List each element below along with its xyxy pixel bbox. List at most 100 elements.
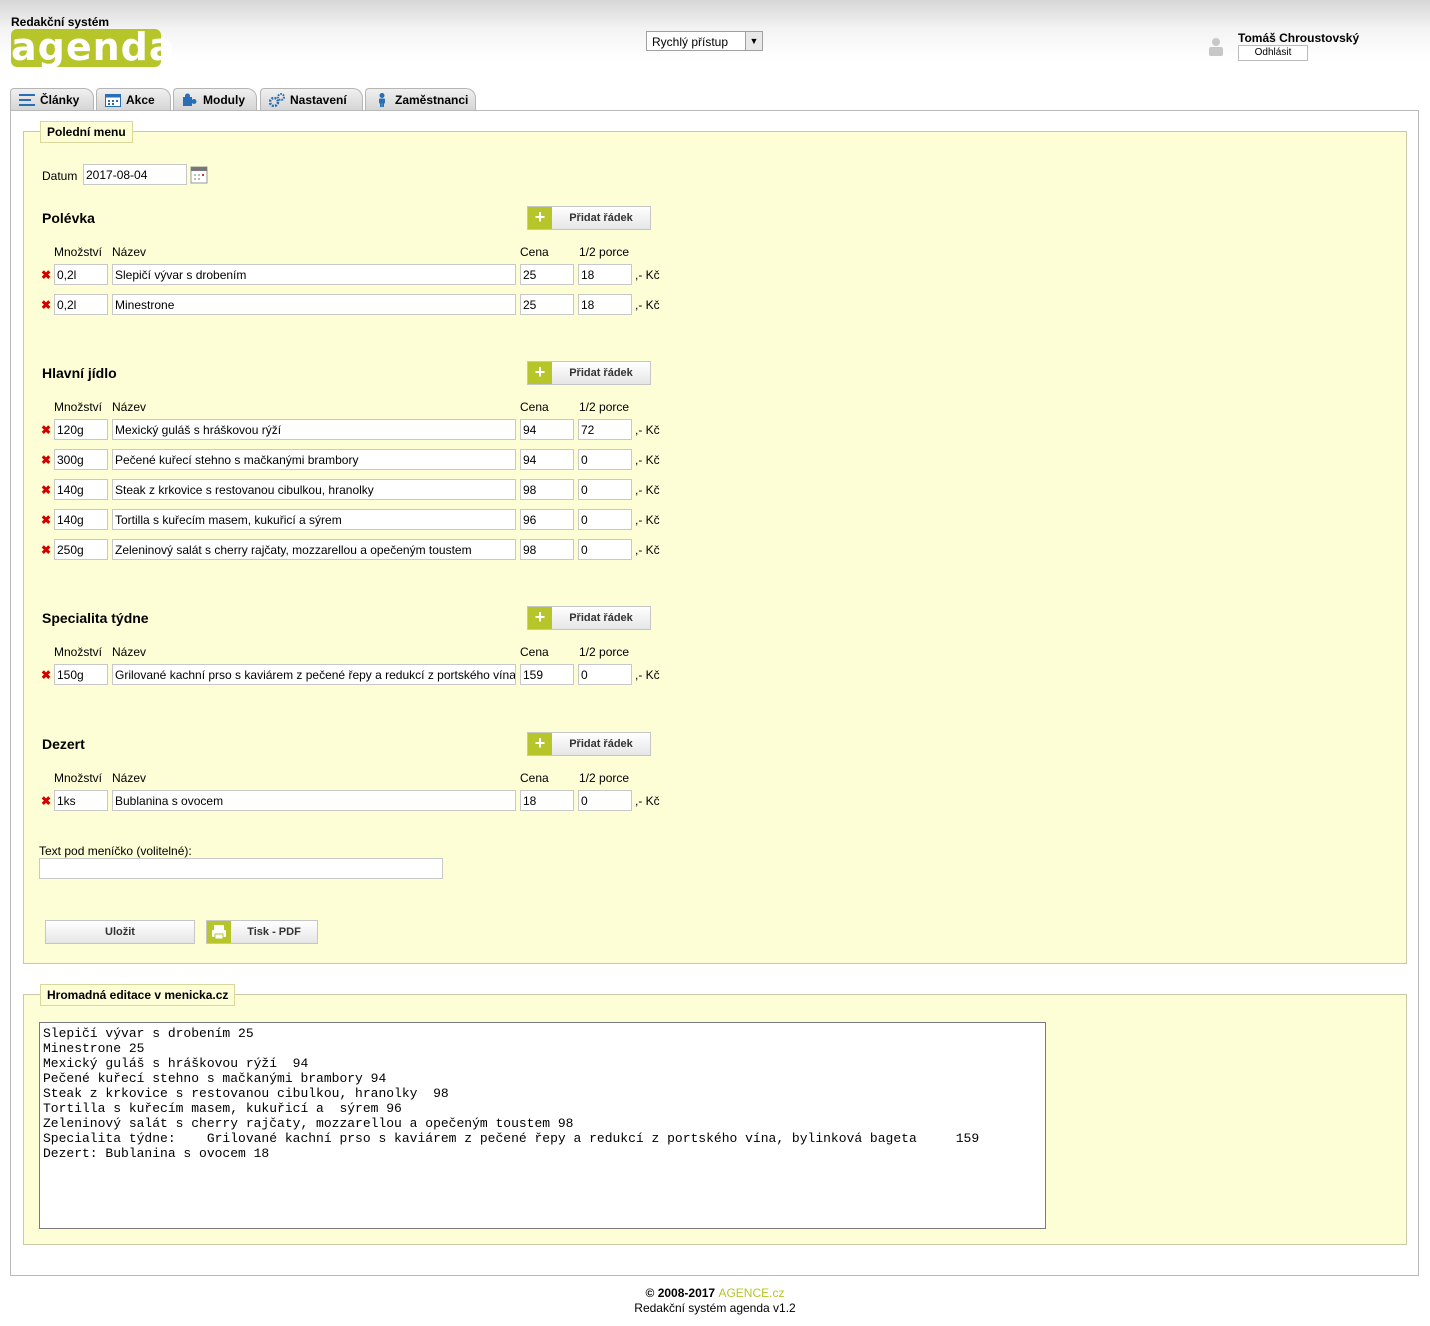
tab-clanky[interactable]: Články bbox=[10, 88, 94, 111]
delete-row-icon[interactable]: ✖ bbox=[41, 268, 51, 282]
qty-input[interactable]: 140g bbox=[54, 479, 108, 500]
delete-row-icon[interactable]: ✖ bbox=[41, 298, 51, 312]
date-input[interactable]: 2017-08-04 bbox=[83, 164, 187, 185]
person-icon bbox=[379, 93, 385, 107]
half-price-input[interactable]: 0 bbox=[578, 509, 632, 530]
logout-button[interactable]: Odhlásit bbox=[1238, 45, 1308, 61]
name-input[interactable]: Tortilla s kuřecím masem, kukuřicí a sýr… bbox=[112, 509, 516, 530]
column-header-half: 1/2 porce bbox=[579, 400, 630, 414]
section-title: Polévka bbox=[42, 210, 95, 226]
currency-label: ,- Kč bbox=[635, 543, 660, 557]
half-price-input[interactable]: 0 bbox=[578, 790, 632, 811]
name-input[interactable]: Pečené kuřecí stehno s mačkanými brambor… bbox=[112, 449, 516, 470]
column-header-qty: Množství bbox=[54, 245, 103, 259]
copyright-text: © 2008-2017 bbox=[645, 1286, 719, 1300]
tab-nastaveni[interactable]: Nastavení bbox=[260, 88, 363, 111]
delete-row-icon[interactable]: ✖ bbox=[41, 513, 51, 527]
price-input[interactable]: 98 bbox=[520, 479, 574, 500]
tab-moduly[interactable]: Moduly bbox=[173, 88, 257, 111]
column-header-price: Cena bbox=[520, 245, 549, 259]
price-input[interactable]: 96 bbox=[520, 509, 574, 530]
column-header-qty: Množství bbox=[54, 645, 103, 659]
save-button[interactable]: Uložit bbox=[45, 920, 195, 944]
qty-input[interactable]: 0,2l bbox=[54, 264, 108, 285]
delete-row-icon[interactable]: ✖ bbox=[41, 543, 51, 557]
calendar-icon bbox=[105, 94, 121, 107]
delete-row-icon[interactable]: ✖ bbox=[41, 483, 51, 497]
qty-input[interactable]: 1ks bbox=[54, 790, 108, 811]
currency-label: ,- Kč bbox=[635, 668, 660, 682]
agence-link[interactable]: AGENCE.cz bbox=[718, 1286, 784, 1300]
add-row-button[interactable]: + Přidat řádek bbox=[527, 606, 651, 630]
note-label: Text pod meníčko (volitelné): bbox=[39, 844, 192, 858]
price-input[interactable]: 25 bbox=[520, 264, 574, 285]
price-input[interactable]: 94 bbox=[520, 449, 574, 470]
agenda-logo[interactable]: agenda bbox=[11, 28, 175, 67]
calendar-picker-icon[interactable] bbox=[190, 166, 208, 184]
quick-access-select[interactable]: Rychlý přístup ▼ bbox=[646, 31, 763, 51]
column-header-name: Název bbox=[112, 645, 147, 659]
name-input[interactable]: Minestrone bbox=[112, 294, 516, 315]
tab-label: Nastavení bbox=[290, 93, 347, 107]
price-input[interactable]: 159 bbox=[520, 664, 574, 685]
column-header-name: Název bbox=[112, 400, 147, 414]
currency-label: ,- Kč bbox=[635, 298, 660, 312]
qty-input[interactable]: 300g bbox=[54, 449, 108, 470]
tab-label: Články bbox=[40, 93, 80, 107]
print-pdf-button[interactable]: Tisk - PDF bbox=[206, 920, 318, 944]
section-title: Dezert bbox=[42, 736, 85, 752]
delete-row-icon[interactable]: ✖ bbox=[41, 423, 51, 437]
user-name: Tomáš Chroustovský bbox=[1238, 31, 1360, 45]
price-input[interactable]: 18 bbox=[520, 790, 574, 811]
add-row-button[interactable]: + Přidat řádek bbox=[527, 732, 651, 756]
price-input[interactable]: 94 bbox=[520, 419, 574, 440]
plus-icon: + bbox=[528, 733, 552, 755]
name-input[interactable]: Grilované kachní prso s kaviárem z pečen… bbox=[112, 664, 516, 685]
chevron-down-icon[interactable]: ▼ bbox=[745, 32, 762, 50]
half-price-input[interactable]: 18 bbox=[578, 264, 632, 285]
price-input[interactable]: 98 bbox=[520, 539, 574, 560]
section-title: Hlavní jídlo bbox=[42, 365, 117, 381]
bulk-edit-textarea[interactable]: Slepičí vývar s drobením 25 Minestrone 2… bbox=[39, 1022, 1046, 1229]
user-icon bbox=[1209, 38, 1223, 56]
qty-input[interactable]: 140g bbox=[54, 509, 108, 530]
name-input[interactable]: Steak z krkovice s restovanou cibulkou, … bbox=[112, 479, 516, 500]
column-header-half: 1/2 porce bbox=[579, 771, 630, 785]
add-row-button[interactable]: + Přidat řádek bbox=[527, 206, 651, 230]
half-price-input[interactable]: 0 bbox=[578, 449, 632, 470]
name-input[interactable]: Slepičí vývar s drobením bbox=[112, 264, 516, 285]
delete-row-icon[interactable]: ✖ bbox=[41, 668, 51, 682]
name-input[interactable]: Mexický guláš s hráškovou rýží bbox=[112, 419, 516, 440]
half-price-input[interactable]: 72 bbox=[578, 419, 632, 440]
half-price-input[interactable]: 0 bbox=[578, 664, 632, 685]
name-input[interactable]: Bublanina s ovocem bbox=[112, 790, 516, 811]
puzzle-icon bbox=[183, 93, 197, 106]
currency-label: ,- Kč bbox=[635, 268, 660, 282]
header: Redakční systém agenda Rychlý přístup ▼ … bbox=[0, 0, 1430, 88]
tab-label: Zaměstnanci bbox=[395, 93, 469, 107]
column-header-price: Cena bbox=[520, 771, 549, 785]
gears-icon bbox=[269, 93, 285, 107]
price-input[interactable]: 25 bbox=[520, 294, 574, 315]
tab-zamestnanci[interactable]: Zaměstnanci bbox=[365, 88, 476, 111]
qty-input[interactable]: 0,2l bbox=[54, 294, 108, 315]
note-input[interactable] bbox=[39, 858, 443, 879]
column-header-qty: Množství bbox=[54, 400, 103, 414]
name-input[interactable]: Zeleninový salát s cherry rajčaty, mozza… bbox=[112, 539, 516, 560]
qty-input[interactable]: 250g bbox=[54, 539, 108, 560]
currency-label: ,- Kč bbox=[635, 794, 660, 808]
half-price-input[interactable]: 0 bbox=[578, 539, 632, 560]
half-price-input[interactable]: 18 bbox=[578, 294, 632, 315]
save-label: Uložit bbox=[105, 926, 135, 938]
tab-label: Akce bbox=[126, 93, 155, 107]
delete-row-icon[interactable]: ✖ bbox=[41, 794, 51, 808]
list-icon bbox=[19, 94, 35, 106]
date-label: Datum bbox=[42, 169, 78, 183]
tab-akce[interactable]: Akce bbox=[96, 88, 171, 111]
qty-input[interactable]: 120g bbox=[54, 419, 108, 440]
add-row-button[interactable]: + Přidat řádek bbox=[527, 361, 651, 385]
qty-input[interactable]: 150g bbox=[54, 664, 108, 685]
currency-label: ,- Kč bbox=[635, 513, 660, 527]
delete-row-icon[interactable]: ✖ bbox=[41, 453, 51, 467]
half-price-input[interactable]: 0 bbox=[578, 479, 632, 500]
